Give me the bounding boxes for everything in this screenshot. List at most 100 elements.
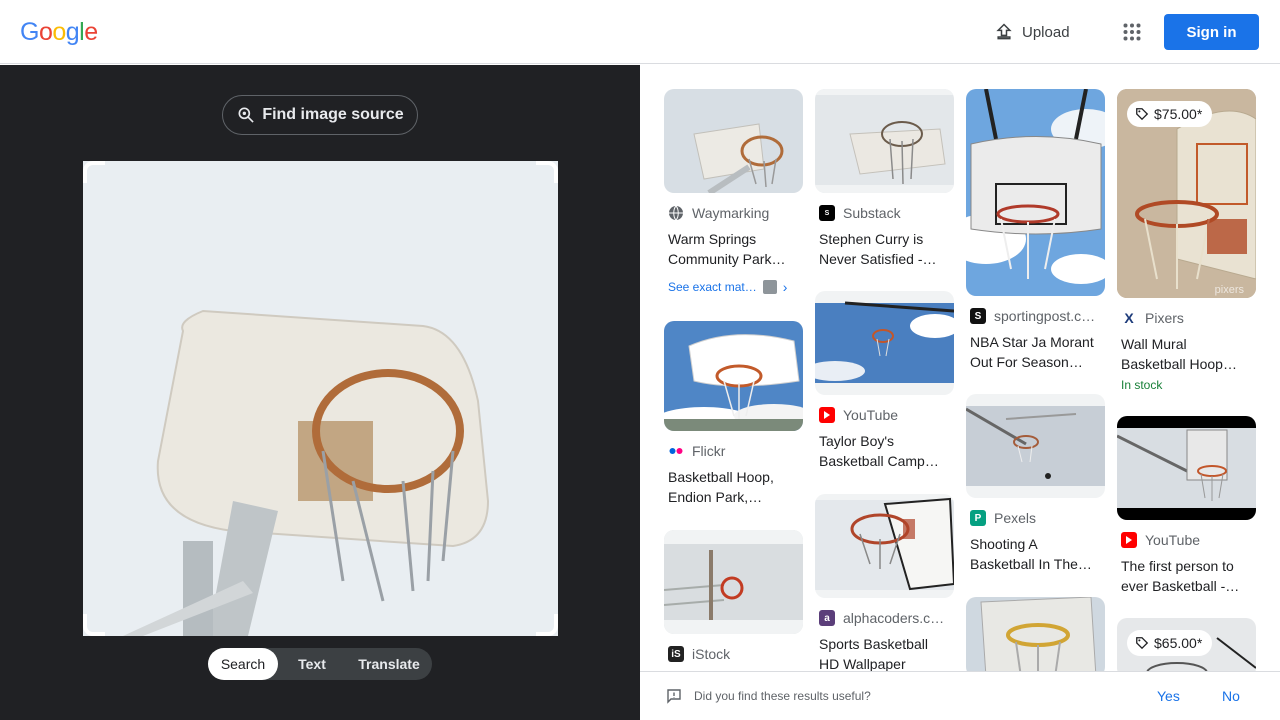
result-title[interactable]: Shooting A Basketball In The…: [970, 534, 1098, 574]
price-badge: $65.00*: [1127, 630, 1213, 656]
mode-switcher: Search Text Translate: [208, 648, 432, 680]
crop-handle-top-left[interactable]: [83, 161, 105, 183]
upload-icon: [996, 23, 1012, 40]
visual-matches-grid: Waymarking Warm Springs Community Park… …: [640, 65, 1280, 671]
google-logo[interactable]: Google: [20, 18, 98, 47]
price-tag-icon: [1136, 637, 1149, 650]
feedback-yes-button[interactable]: Yes: [1157, 688, 1180, 704]
result-source: a alphacoders.c…: [819, 610, 954, 626]
lens-search-icon: [238, 107, 254, 123]
upload-button[interactable]: Upload: [984, 16, 1080, 48]
result-title[interactable]: Stephen Curry is Never Satisfied -…: [819, 229, 947, 269]
result-thumbnail[interactable]: [966, 394, 1105, 498]
result-card[interactable]: Waymarking Warm Springs Community Park… …: [664, 89, 803, 295]
chevron-right-icon: ›: [782, 279, 788, 295]
result-source: YouTube: [1121, 532, 1256, 548]
result-card[interactable]: S sportingpost.c… NBA Star Ja Morant Out…: [966, 89, 1105, 372]
result-source-name: YouTube: [1145, 532, 1201, 548]
result-thumbnail[interactable]: $75.00* pixers: [1117, 89, 1256, 298]
globe-icon: [668, 205, 684, 221]
pexels-icon: P: [970, 510, 986, 526]
feedback-no-button[interactable]: No: [1222, 688, 1240, 704]
result-title[interactable]: The first person to ever Basketball -…: [1121, 556, 1249, 596]
result-thumbnail[interactable]: [664, 321, 803, 431]
logo-letter: o: [38, 18, 53, 46]
substack-icon: S: [819, 205, 835, 221]
price-value: $75.00*: [1154, 106, 1203, 122]
result-source-name: iStock: [692, 646, 731, 662]
result-card[interactable]: S Substack Stephen Curry is Never Satisf…: [815, 89, 954, 269]
result-card[interactable]: $75.00* pixers X Pixers Wall Mural Baske…: [1117, 89, 1256, 392]
crop-handle-bottom-right[interactable]: [536, 614, 558, 636]
tab-text[interactable]: Text: [278, 648, 346, 680]
result-source: Flickr: [668, 443, 803, 459]
result-card[interactable]: YouTube Taylor Boy's Basketball Camp…: [815, 291, 954, 471]
stock-status: In stock: [1121, 378, 1163, 392]
see-exact-matches-link[interactable]: See exact mat… ›: [668, 279, 803, 295]
result-card[interactable]: YouTube The first person to ever Basketb…: [1117, 416, 1256, 596]
result-thumbnail[interactable]: $65.00*: [1117, 618, 1256, 671]
logo-letter: o: [52, 18, 66, 46]
logo-letter: G: [20, 18, 39, 46]
result-title[interactable]: Wall Mural Basketball Hoop…: [1121, 334, 1249, 374]
query-image-panel: Find image source Search Text Translate: [0, 65, 640, 720]
result-title[interactable]: Warm Springs Community Park…: [668, 229, 796, 269]
logo-letter: g: [65, 18, 80, 46]
pixers-icon: X: [1121, 310, 1137, 326]
feedback-question-text: Did you find these results useful?: [694, 689, 871, 703]
feedback-bar: Did you find these results useful? Yes N…: [640, 671, 1280, 720]
result-thumbnail[interactable]: [664, 89, 803, 193]
youtube-icon: [1121, 532, 1137, 548]
result-thumbnail[interactable]: [966, 89, 1105, 296]
sportingpost-icon: S: [970, 308, 986, 324]
logo-letter: e: [84, 18, 98, 46]
result-thumbnail[interactable]: [815, 89, 954, 193]
basketball-hoop-photo: [83, 161, 558, 636]
result-source-name: sportingpost.c…: [994, 308, 1096, 324]
crop-handle-bottom-left[interactable]: [83, 614, 105, 636]
result-card[interactable]: [966, 597, 1105, 671]
upload-label: Upload: [1022, 23, 1070, 41]
result-title[interactable]: Sports Basketball HD Wallpaper: [819, 634, 947, 671]
google-apps-button[interactable]: [1116, 16, 1148, 48]
result-source: S sportingpost.c…: [970, 308, 1105, 324]
tab-search[interactable]: Search: [208, 648, 278, 680]
result-source-name: Substack: [843, 205, 901, 221]
result-source-name: YouTube: [843, 407, 899, 423]
result-title[interactable]: NBA Star Ja Morant Out For Season…: [970, 332, 1098, 372]
exact-match-thumb-icon: [762, 280, 777, 294]
result-card[interactable]: a alphacoders.c… Sports Basketball HD Wa…: [815, 494, 954, 671]
result-source: Waymarking: [668, 205, 803, 221]
price-value: $65.00*: [1154, 635, 1203, 651]
result-title[interactable]: Basketball Hoop, Endion Park,…: [668, 467, 796, 507]
result-thumbnail[interactable]: [815, 291, 954, 395]
result-source: X Pixers: [1121, 310, 1256, 326]
find-image-source-label: Find image source: [262, 106, 404, 123]
result-source-name: Pexels: [994, 510, 1037, 526]
result-card[interactable]: iS iStock: [664, 530, 803, 662]
result-card[interactable]: Flickr Basketball Hoop, Endion Park,…: [664, 321, 803, 507]
result-source: P Pexels: [970, 510, 1105, 526]
youtube-icon: [819, 407, 835, 423]
tab-translate[interactable]: Translate: [346, 648, 432, 680]
price-tag-icon: [1136, 108, 1149, 121]
result-thumbnail[interactable]: [966, 597, 1105, 671]
crop-handle-top-right[interactable]: [536, 161, 558, 183]
result-source-name: Pixers: [1145, 310, 1184, 326]
result-thumbnail[interactable]: [664, 530, 803, 634]
sign-in-button[interactable]: Sign in: [1164, 14, 1259, 50]
apps-grid-icon: [1123, 23, 1141, 41]
query-image[interactable]: [83, 161, 558, 636]
watermark: pixers: [1214, 284, 1244, 296]
result-source-name: Flickr: [692, 443, 726, 459]
result-thumbnail[interactable]: [815, 494, 954, 598]
result-title[interactable]: Taylor Boy's Basketball Camp…: [819, 431, 947, 471]
find-image-source-button[interactable]: Find image source: [222, 95, 418, 135]
result-source: S Substack: [819, 205, 954, 221]
result-thumbnail[interactable]: [1117, 416, 1256, 520]
result-card[interactable]: P Pexels Shooting A Basketball In The…: [966, 394, 1105, 574]
result-source: YouTube: [819, 407, 954, 423]
feedback-question: Did you find these results useful?: [666, 688, 871, 704]
alphacoders-icon: a: [819, 610, 835, 626]
result-card[interactable]: $65.00*: [1117, 618, 1256, 671]
